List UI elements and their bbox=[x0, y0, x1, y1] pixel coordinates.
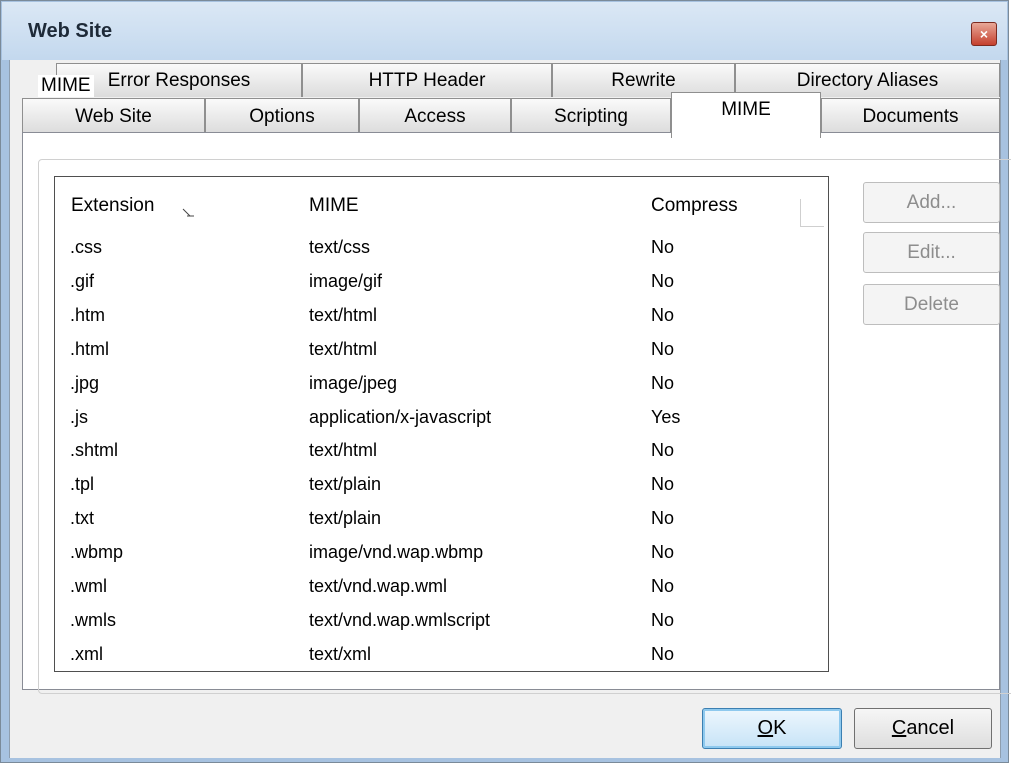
cell-compress: No bbox=[651, 542, 675, 563]
cell-extension: .wbmp bbox=[70, 542, 124, 563]
tab-label: MIME bbox=[721, 99, 771, 120]
cell-mime: image/jpeg bbox=[309, 372, 398, 393]
cell-mime: text/css bbox=[309, 237, 371, 257]
cell-extension: .xml bbox=[70, 643, 103, 664]
cell-extension: .wml bbox=[70, 576, 107, 596]
list-row[interactable]: .txt text/plain No bbox=[55, 506, 828, 536]
add-button[interactable]: Add... bbox=[863, 182, 1000, 223]
column-header-mime[interactable]: MIME bbox=[309, 195, 359, 217]
cancel-button[interactable]: Cancel bbox=[854, 708, 992, 749]
list-row[interactable]: .tpl text/plain No bbox=[55, 472, 828, 502]
cell-compress: No bbox=[651, 338, 675, 359]
header-divider bbox=[800, 199, 824, 227]
tab-label: Scripting bbox=[554, 106, 628, 127]
cell-extension: .htm bbox=[70, 304, 106, 325]
delete-button[interactable]: Delete bbox=[863, 284, 1000, 325]
cell-extension: .wmls bbox=[70, 609, 116, 630]
cell-mime: application/x-javascript bbox=[309, 406, 492, 427]
cell-extension: .tpl bbox=[70, 474, 95, 495]
tab-label: HTTP Header bbox=[368, 70, 486, 91]
cell-compress: No bbox=[651, 508, 675, 529]
column-header-extension[interactable]: Extension bbox=[71, 195, 154, 217]
list-row[interactable]: .wmls text/vnd.wap.wmlscript No bbox=[55, 608, 828, 638]
tab-label: Options bbox=[249, 106, 315, 127]
cell-compress: No bbox=[651, 304, 675, 325]
cell-compress: No bbox=[651, 609, 675, 630]
cell-extension: .html bbox=[70, 338, 110, 359]
list-header: Extension MIME Compress bbox=[55, 177, 828, 233]
title-bar[interactable]: Web Site × bbox=[2, 2, 1007, 60]
cell-compress: No bbox=[651, 643, 675, 664]
delete-button-label: Delete bbox=[904, 293, 959, 315]
tab-label: Access bbox=[404, 106, 466, 127]
cell-mime: image/gif bbox=[309, 270, 383, 291]
list-row[interactable]: .htm text/html No bbox=[55, 303, 828, 333]
list-row[interactable]: .xml text/xml No bbox=[55, 642, 828, 672]
cell-compress: No bbox=[651, 440, 675, 461]
cancel-button-label: Cancel bbox=[891, 717, 955, 739]
cell-compress: No bbox=[651, 474, 675, 495]
dialog-window: Web Site × Error Responses HTTP Header Rew… bbox=[0, 0, 1011, 763]
tab-http-header[interactable]: HTTP Header bbox=[302, 63, 552, 97]
tab-label: Documents bbox=[862, 106, 959, 127]
cell-extension: .js bbox=[70, 406, 88, 427]
cell-extension: .jpg bbox=[70, 372, 100, 393]
tab-options[interactable]: Options bbox=[205, 98, 359, 133]
edit-button-label: Edit... bbox=[907, 241, 956, 263]
cell-mime: text/plain bbox=[309, 508, 382, 529]
add-button-label: Add... bbox=[906, 191, 957, 213]
cell-mime: text/html bbox=[309, 440, 378, 461]
close-icon[interactable]: × bbox=[971, 22, 997, 46]
cell-extension: .shtml bbox=[70, 440, 119, 461]
list-row[interactable]: .jpg image/jpeg No bbox=[55, 371, 828, 401]
tab-scripting[interactable]: Scripting bbox=[511, 98, 671, 133]
ok-button[interactable]: OK bbox=[702, 708, 842, 749]
column-header-compress[interactable]: Compress bbox=[651, 195, 738, 217]
tab-mime[interactable]: MIME bbox=[671, 92, 821, 138]
cell-mime: image/vnd.wap.wbmp bbox=[309, 542, 484, 563]
list-row[interactable]: .shtml text/html No bbox=[55, 438, 828, 468]
groupbox-label: MIME bbox=[38, 75, 94, 97]
cell-compress: No bbox=[651, 372, 675, 393]
mime-list[interactable]: Extension MIME Compress .css text/css No .g… bbox=[54, 176, 829, 672]
cell-extension: .css bbox=[70, 237, 103, 257]
cell-mime: text/vnd.wap.wmlscript bbox=[309, 609, 491, 630]
cell-compress: No bbox=[651, 270, 675, 291]
window-title: Web Site bbox=[28, 20, 113, 42]
cell-mime: text/xml bbox=[309, 643, 372, 664]
list-row[interactable]: .js application/x-javascript Yes bbox=[55, 405, 828, 435]
ok-button-label: OK bbox=[757, 717, 787, 739]
tab-label: Error Responses bbox=[107, 70, 251, 91]
edit-button[interactable]: Edit... bbox=[863, 232, 1000, 273]
list-row[interactable]: .css text/css No bbox=[55, 235, 828, 265]
cell-compress: Yes bbox=[651, 406, 681, 427]
list-row[interactable]: .wbmp image/vnd.wap.wbmp No bbox=[55, 540, 828, 570]
sort-ascending-icon bbox=[182, 208, 194, 217]
tab-access[interactable]: Access bbox=[359, 98, 511, 133]
tab-label: Web Site bbox=[75, 106, 152, 127]
list-row[interactable]: .gif image/gif No bbox=[55, 269, 828, 299]
tab-documents[interactable]: Documents bbox=[821, 98, 1000, 133]
cell-mime: text/html bbox=[309, 338, 378, 359]
cell-mime: text/vnd.wap.wml bbox=[309, 576, 448, 596]
cell-extension: .gif bbox=[70, 270, 95, 291]
cell-extension: .txt bbox=[70, 508, 95, 529]
tab-label: Rewrite bbox=[611, 70, 676, 91]
cell-mime: text/html bbox=[309, 304, 378, 325]
cell-compress: No bbox=[651, 576, 675, 596]
cell-compress: No bbox=[651, 237, 675, 257]
dialog-client-area: Error Responses HTTP Header Rewrite Directo… bbox=[9, 60, 1011, 758]
list-row[interactable]: .wml text/vnd.wap.wml No bbox=[55, 574, 828, 604]
cell-mime: text/plain bbox=[309, 474, 382, 495]
list-row[interactable]: .html text/html No bbox=[55, 337, 828, 367]
close-glyph: × bbox=[979, 26, 989, 42]
tab-web-site[interactable]: Web Site bbox=[22, 98, 205, 133]
